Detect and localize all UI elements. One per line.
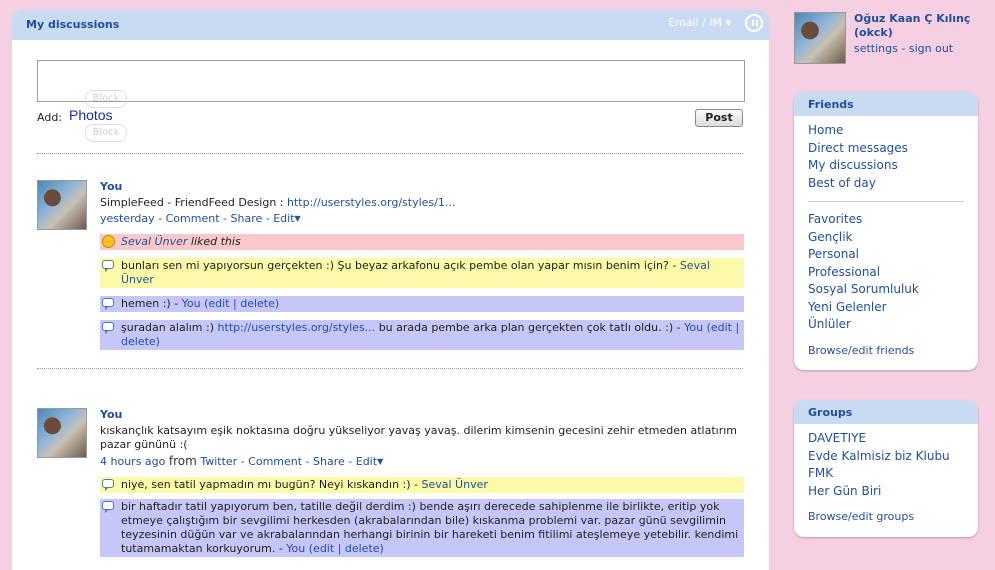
comment-icon	[102, 501, 114, 513]
avatar[interactable]	[37, 180, 87, 230]
group-item-davetiye[interactable]: DAVETIYE	[808, 430, 964, 448]
friends-header: Friends	[794, 92, 978, 116]
comment-text: hemen :) -	[121, 297, 179, 310]
add-label: Add:	[37, 111, 63, 124]
sidebar-item-yeni-gelenler[interactable]: Yeni Gelenler	[808, 299, 964, 317]
block-ghost-top: Block	[85, 90, 127, 108]
entry-text: kıskançlık katsayım eşik noktasına doğru…	[100, 424, 738, 451]
sidebar-item-home[interactable]: Home	[808, 122, 964, 140]
like-row: Seval Ünver liked this	[100, 234, 744, 250]
profile-name[interactable]: Oğuz Kaan Ç Kılınç (okck)	[854, 12, 984, 40]
like-user[interactable]: Seval Ünver	[121, 235, 187, 248]
sidebar-item-my-discussions[interactable]: My discussions	[808, 157, 964, 175]
edit-action[interactable]: Edit	[273, 212, 294, 225]
comment-row: niye, sen tatil yapmadın mı bugün? Neyi …	[100, 477, 744, 493]
comment-link[interactable]: http://userstyles.org/styles...	[218, 321, 376, 334]
smiley-icon	[102, 235, 115, 248]
edit-delete-links[interactable]: (edit | delete)	[204, 297, 279, 310]
comment-row: bunları sen mi yapıyorsun gerçekten :) Ş…	[100, 258, 744, 288]
chevron-down-icon[interactable]: ▼	[377, 457, 383, 466]
main-header: My discussions Email / IM ▾	[12, 10, 769, 40]
comment-action[interactable]: Comment	[166, 212, 220, 225]
block-ghost-bottom: Block	[85, 124, 127, 142]
pause-icon[interactable]	[745, 14, 763, 32]
from-label: from	[168, 454, 197, 468]
settings-link[interactable]: settings	[854, 42, 898, 55]
comment-text-2: bu arada pembe arka plan gerçekten çok t…	[378, 321, 681, 334]
group-item-evde-kalmisiz[interactable]: Evde Kalmisiz biz Klubu	[808, 448, 964, 466]
share-action[interactable]: Share	[313, 455, 345, 468]
profile-sep: -	[901, 42, 906, 55]
divider	[37, 368, 743, 369]
photos-attach: Block Photos Block	[69, 90, 129, 142]
sidebar-item-direct-messages[interactable]: Direct messages	[808, 140, 964, 158]
sidebar-item-professional[interactable]: Professional	[808, 264, 964, 282]
comment-author[interactable]: You	[182, 297, 201, 310]
sidebar-item-unluler[interactable]: Ünlüler	[808, 316, 964, 334]
entry-time[interactable]: 4 hours ago	[100, 455, 165, 468]
profile-card: Oğuz Kaan Ç Kılınç (okck) settings - sig…	[794, 12, 984, 64]
entry-time[interactable]: yesterday	[100, 212, 155, 225]
comment-author[interactable]: You	[684, 321, 703, 334]
friends-box: Friends Home Direct messages My discussi…	[794, 92, 978, 370]
entry-rows: Seval Ünver liked this bunları sen mi ya…	[100, 234, 744, 350]
sidebar-item-genclik[interactable]: Gençlik	[808, 229, 964, 247]
comment-author[interactable]: Seval Ünver	[422, 478, 488, 491]
comment-text: bunları sen mi yapıyorsun gerçekten :) Ş…	[121, 259, 677, 272]
entry-source[interactable]: Twitter	[200, 455, 237, 468]
groups-box: Groups DAVETIYE Evde Kalmisiz biz Klubu …	[794, 400, 978, 537]
entry-author[interactable]: You	[100, 180, 743, 193]
sidebar-item-best-of-day[interactable]: Best of day	[808, 175, 964, 193]
post-input[interactable]	[37, 60, 745, 102]
divider	[808, 201, 964, 202]
comment-author[interactable]: You	[286, 542, 305, 555]
entry-link[interactable]: http://userstyles.org/styles/1...	[287, 196, 455, 209]
like-text: liked this	[190, 235, 241, 248]
divider	[37, 153, 743, 154]
share-action[interactable]: Share	[231, 212, 263, 225]
post-button[interactable]: Post	[695, 109, 743, 127]
comment-icon	[102, 322, 114, 334]
comment-action[interactable]: Comment	[248, 455, 302, 468]
group-item-fmk[interactable]: FMK	[808, 465, 964, 483]
groups-header: Groups	[794, 400, 978, 424]
sidebar-item-personal[interactable]: Personal	[808, 246, 964, 264]
page-title: My discussions	[26, 18, 120, 31]
photos-link[interactable]: Photos	[69, 107, 113, 123]
entry-author[interactable]: You	[100, 408, 743, 421]
entry-text: SimpleFeed - FriendFeed Design :	[100, 196, 284, 209]
comment-icon	[102, 479, 114, 491]
sidebar-item-sosyal-sorumluluk[interactable]: Sosyal Sorumluluk	[808, 281, 964, 299]
entry-rows: niye, sen tatil yapmadın mı bugün? Neyi …	[100, 477, 744, 557]
comment-text: bir haftadır tatil yapıyorum ben, tatill…	[121, 500, 739, 555]
browse-groups-link[interactable]: Browse/edit groups	[808, 510, 914, 523]
comment-text: niye, sen tatil yapmadın mı bugün? Neyi …	[121, 478, 418, 491]
chevron-down-icon[interactable]: ▼	[295, 214, 301, 223]
browse-friends-link[interactable]: Browse/edit friends	[808, 344, 914, 357]
comment-text: şuradan alalım :)	[121, 321, 215, 334]
email-im-menu[interactable]: Email / IM ▾	[668, 16, 731, 29]
main-panel: My discussions Email / IM ▾ Add: Block P…	[12, 10, 769, 570]
group-item-her-gun-biri[interactable]: Her Gün Biri	[808, 483, 964, 501]
comment-row: hemen :) - You (edit | delete)	[100, 296, 744, 312]
comment-icon	[102, 298, 114, 310]
comment-row: şuradan alalım :) http://userstyles.org/…	[100, 320, 744, 350]
avatar[interactable]	[37, 408, 87, 458]
edit-delete-links[interactable]: (edit | delete)	[309, 542, 384, 555]
avatar[interactable]	[794, 12, 846, 64]
sidebar-item-favorites[interactable]: Favorites	[808, 211, 964, 229]
comment-row: bir haftadır tatil yapıyorum ben, tatill…	[100, 499, 744, 557]
edit-action[interactable]: Edit	[356, 455, 377, 468]
sign-out-link[interactable]: sign out	[909, 42, 953, 55]
comment-icon	[102, 260, 114, 272]
